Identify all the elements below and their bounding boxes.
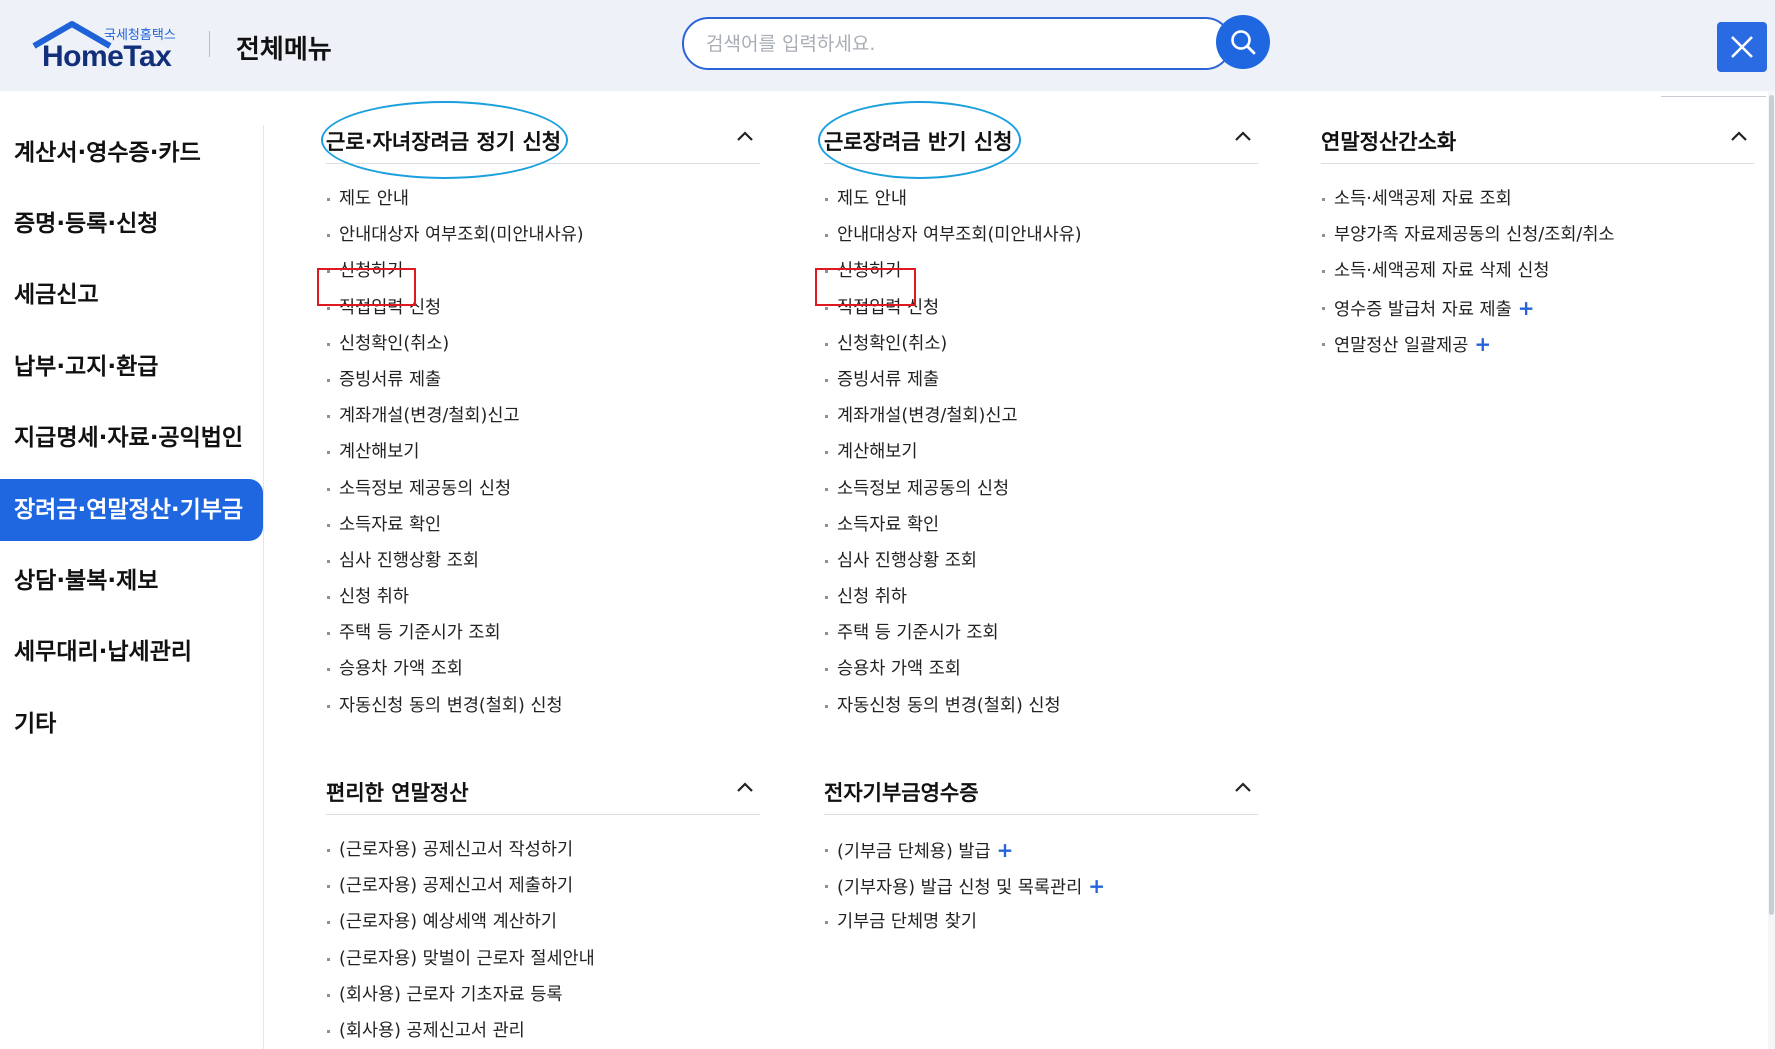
menu-item[interactable]: 소득자료 확인 <box>824 507 1082 543</box>
sidebar-item-invoice[interactable]: 계산서·영수증·카드 <box>0 122 263 184</box>
section-menu-list: 제도 안내 안내대상자 여부조회(미안내사유) 신청하기 직접입력 신청 신청확… <box>824 181 1082 724</box>
header-shadow-line <box>1661 96 1766 97</box>
menu-item-label: 연말정산 일괄제공 <box>1334 335 1469 356</box>
menu-item[interactable]: 신청확인(취소) <box>824 326 1082 362</box>
menu-item[interactable]: 승용차 가액 조회 <box>824 651 1082 687</box>
highlight-ellipse <box>818 101 1021 179</box>
sidebar-item-statement[interactable]: 지급명세·자료·공익법인 <box>0 407 263 469</box>
sidebar: 계산서·영수증·카드 증명·등록·신청 세금신고 납부·고지·환급 지급명세·자… <box>0 91 265 1049</box>
menu-item-label: (기부자용) 발급 신청 및 목록관리 <box>837 878 1083 899</box>
menu-item[interactable]: 안내대상자 여부조회(미안내사유) <box>824 217 1082 253</box>
sidebar-item-agent[interactable]: 세무대리·납세관리 <box>0 621 263 683</box>
section-title: 편리한 연말정산 <box>326 781 469 805</box>
menu-item[interactable]: 제도 안내 <box>824 181 1082 217</box>
menu-item[interactable]: 신청 취하 <box>824 579 1082 615</box>
menu-item[interactable]: 신청확인(취소) <box>326 326 584 362</box>
menu-item[interactable]: 주택 등 기준시가 조회 <box>824 615 1082 651</box>
menu-item[interactable]: 소득·세액공제 자료 삭제 신청 <box>1321 253 1615 289</box>
menu-item[interactable]: 계좌개설(변경/철회)신고 <box>824 398 1082 434</box>
menu-item-label: (기부금 단체용) 발급 <box>837 842 991 862</box>
close-icon <box>1731 36 1753 58</box>
highlight-box <box>815 268 916 306</box>
menu-item[interactable]: 증빙서류 제출 <box>824 362 1082 398</box>
menu-item[interactable]: 계산해보기 <box>824 434 1082 470</box>
menu-item[interactable]: (회사용) 공제신고서 관리 <box>326 1013 595 1049</box>
menu-item[interactable]: 연말정산 일괄제공 + <box>1321 326 1615 362</box>
section-title: 연말정산간소화 <box>1321 130 1457 154</box>
search-icon <box>1231 30 1256 55</box>
search-input[interactable] <box>706 32 1146 56</box>
header-divider <box>209 31 210 57</box>
menu-item[interactable]: 승용차 가액 조회 <box>326 651 584 687</box>
menu-item[interactable]: 계산해보기 <box>326 434 584 470</box>
section-title: 전자기부금영수증 <box>824 781 979 805</box>
search-button[interactable] <box>1216 15 1270 69</box>
chevron-up-icon[interactable] <box>736 130 754 142</box>
menu-item[interactable]: 자동신청 동의 변경(철회) 신청 <box>824 688 1082 724</box>
sidebar-item-tax-return[interactable]: 세금신고 <box>0 264 263 326</box>
menu-item[interactable]: 증빙서류 제출 <box>326 362 584 398</box>
scrollbar-thumb[interactable] <box>1769 95 1774 915</box>
page-title: 전체메뉴 <box>236 35 332 65</box>
highlight-box <box>317 268 416 306</box>
menu-item[interactable]: 자동신청 동의 변경(철회) 신청 <box>326 688 584 724</box>
plus-icon[interactable]: + <box>1474 332 1491 356</box>
sidebar-item-consult[interactable]: 상담·불복·제보 <box>0 550 263 612</box>
section-menu-list: 소득·세액공제 자료 조회 부양가족 자료제공동의 신청/조회/취소 소득·세액… <box>1321 181 1615 362</box>
section-menu-list: (기부금 단체용) 발급 + (기부자용) 발급 신청 및 목록관리 + 기부금 단… <box>824 832 1105 941</box>
menu-item[interactable]: (근로자용) 맞벌이 근로자 절세안내 <box>326 941 595 977</box>
menu-item[interactable]: 소득정보 제공동의 신청 <box>824 471 1082 507</box>
sidebar-item-incentive[interactable]: 장려금·연말정산·기부금 <box>0 479 263 541</box>
menu-item[interactable]: (근로자용) 예상세액 계산하기 <box>326 904 595 940</box>
sidebar-item-payment[interactable]: 납부·고지·환급 <box>0 336 263 398</box>
menu-item[interactable]: 영수증 발급처 자료 제출 + <box>1321 290 1615 326</box>
menu-item[interactable]: (근로자용) 공제신고서 작성하기 <box>326 832 595 868</box>
section-menu-list: 제도 안내 안내대상자 여부조회(미안내사유) 신청하기 직접입력 신청 신청확… <box>326 181 584 724</box>
menu-item[interactable]: 소득정보 제공동의 신청 <box>326 471 584 507</box>
menu-item[interactable]: (근로자용) 공제신고서 제출하기 <box>326 868 595 904</box>
menu-item[interactable]: 심사 진행상황 조회 <box>824 543 1082 579</box>
search-box <box>682 17 1232 70</box>
menu-item[interactable]: 심사 진행상황 조회 <box>326 543 584 579</box>
chevron-up-icon[interactable] <box>1234 130 1252 142</box>
close-button[interactable] <box>1717 22 1767 72</box>
menu-item[interactable]: (기부자용) 발급 신청 및 목록관리 + <box>824 868 1105 904</box>
sidebar-item-certificate[interactable]: 증명·등록·신청 <box>0 193 263 255</box>
menu-item[interactable]: 주택 등 기준시가 조회 <box>326 615 584 651</box>
plus-icon[interactable]: + <box>1518 296 1535 320</box>
plus-icon[interactable]: + <box>1088 874 1105 898</box>
menu-item[interactable]: 안내대상자 여부조회(미안내사유) <box>326 217 584 253</box>
menu-item[interactable]: 제도 안내 <box>326 181 584 217</box>
hometax-logo[interactable]: 국세청홈택스 HomeTax <box>32 20 182 73</box>
section-header[interactable]: 편리한 연말정산 <box>326 767 760 815</box>
section-header[interactable]: 전자기부금영수증 <box>824 767 1258 815</box>
logo-text: HomeTax <box>42 40 172 73</box>
chevron-up-icon[interactable] <box>1234 781 1252 793</box>
chevron-up-icon[interactable] <box>736 781 754 793</box>
menu-item[interactable]: (기부금 단체용) 발급 + <box>824 832 1105 868</box>
menu-item[interactable]: 소득·세액공제 자료 조회 <box>1321 181 1615 217</box>
menu-item[interactable]: (회사용) 근로자 기초자료 등록 <box>326 977 595 1013</box>
menu-item[interactable]: 소득자료 확인 <box>326 507 584 543</box>
chevron-up-icon[interactable] <box>1730 130 1748 142</box>
plus-icon[interactable]: + <box>997 838 1014 862</box>
highlight-ellipse <box>321 101 568 179</box>
menu-item[interactable]: 신청 취하 <box>326 579 584 615</box>
sidebar-divider <box>263 125 264 1049</box>
section-menu-list: (근로자용) 공제신고서 작성하기 (근로자용) 공제신고서 제출하기 (근로자… <box>326 832 595 1049</box>
menu-item[interactable]: 계좌개설(변경/철회)신고 <box>326 398 584 434</box>
header: 국세청홈택스 HomeTax 전체메뉴 <box>0 0 1775 91</box>
menu-item[interactable]: 기부금 단체명 찾기 <box>824 904 1105 940</box>
menu-item[interactable]: 부양가족 자료제공동의 신청/조회/취소 <box>1321 217 1615 253</box>
sidebar-item-etc[interactable]: 기타 <box>0 693 263 755</box>
menu-item-label: 영수증 발급처 자료 제출 <box>1334 299 1512 320</box>
section-header[interactable]: 연말정산간소화 <box>1321 116 1754 164</box>
